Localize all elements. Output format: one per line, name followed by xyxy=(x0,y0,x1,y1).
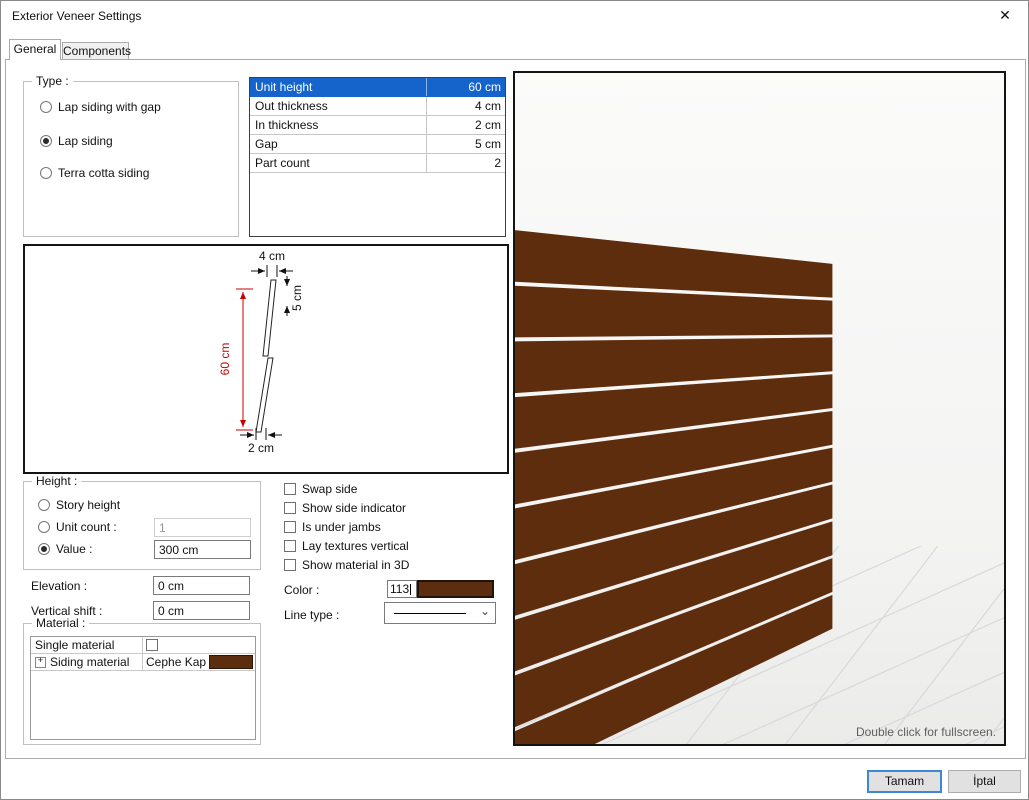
property-value: 5 cm xyxy=(426,135,505,153)
material-name: Single material xyxy=(31,637,143,653)
height-group: Height : Story height Unit count : Value… xyxy=(23,481,261,570)
close-icon[interactable]: ✕ xyxy=(994,7,1016,25)
checkbox-icon[interactable] xyxy=(146,639,158,651)
material-value: Cephe Kap xyxy=(146,655,206,669)
window-title: Exterior Veneer Settings xyxy=(12,9,141,23)
checkbox-icon xyxy=(284,483,296,495)
profile-board-top xyxy=(263,280,276,356)
profile-board-bottom xyxy=(256,358,273,432)
checkbox-show-material-in-3d[interactable]: Show material in 3D xyxy=(284,558,409,574)
line-type-label: Line type : xyxy=(284,608,339,622)
elevation-label: Elevation : xyxy=(31,579,87,593)
checkbox-label: Lay textures vertical xyxy=(302,539,409,553)
properties-table: Unit height 60 cm Out thickness 4 cm In … xyxy=(249,77,506,237)
property-name: Unit height xyxy=(250,80,426,94)
checkbox-show-side-indicator[interactable]: Show side indicator xyxy=(284,501,406,517)
material-row-siding[interactable]: + Siding material Cephe Kap xyxy=(31,654,255,671)
radio-icon xyxy=(40,101,52,113)
elevation-input[interactable] xyxy=(153,576,250,595)
radio-selected-icon xyxy=(40,135,52,147)
tab-general[interactable]: General xyxy=(9,39,61,60)
property-value: 60 cm xyxy=(426,78,505,96)
property-row-in-thickness[interactable]: In thickness 2 cm xyxy=(250,116,505,135)
checkbox-icon xyxy=(284,559,296,571)
checkbox-label: Swap side xyxy=(302,482,357,496)
radio-lap-siding-with-gap[interactable]: Lap siding with gap xyxy=(40,100,161,116)
property-name: Gap xyxy=(250,137,426,151)
ok-button[interactable]: Tamam xyxy=(867,770,942,793)
property-row-out-thickness[interactable]: Out thickness 4 cm xyxy=(250,97,505,116)
radio-unit-count[interactable]: Unit count : xyxy=(38,520,117,536)
radio-label: Story height xyxy=(56,498,120,512)
dim-bottom-label: 2 cm xyxy=(248,441,274,455)
line-sample xyxy=(394,613,466,614)
preview-3d[interactable]: Double click for fullscreen. xyxy=(513,71,1006,746)
checkbox-icon xyxy=(284,540,296,552)
vertical-shift-input[interactable] xyxy=(153,601,250,620)
property-row-part-count[interactable]: Part count 2 xyxy=(250,154,505,173)
property-name: In thickness xyxy=(250,118,426,132)
radio-label: Unit count : xyxy=(56,520,117,534)
text-caret xyxy=(410,584,411,595)
material-color-swatch[interactable] xyxy=(209,655,253,669)
line-type-select[interactable]: ⌄ xyxy=(384,602,496,624)
preview-canvas xyxy=(515,73,1004,744)
dialog-exterior-veneer-settings: Exterior Veneer Settings ✕ General Compo… xyxy=(0,0,1029,800)
radio-label: Terra cotta siding xyxy=(58,166,149,180)
radio-story-height[interactable]: Story height xyxy=(38,498,120,514)
checkbox-label: Show side indicator xyxy=(302,501,406,515)
radio-icon xyxy=(40,167,52,179)
checkbox-icon xyxy=(284,502,296,514)
material-group: Material : Single material +Siding mater… xyxy=(23,623,261,745)
checkbox-icon xyxy=(284,521,296,533)
chevron-down-icon: ⌄ xyxy=(480,604,490,618)
property-row-unit-height[interactable]: Unit height 60 cm xyxy=(250,78,505,97)
height-group-label: Height : xyxy=(32,474,81,488)
height-value-input[interactable] xyxy=(154,540,251,559)
radio-label: Lap siding with gap xyxy=(58,100,161,114)
checkbox-label: Show material in 3D xyxy=(302,558,409,572)
title-bar: Exterior Veneer Settings ✕ xyxy=(1,1,1028,31)
section-diagram-canvas: 4 cm 5 cm 60 cm 2 cm xyxy=(25,246,507,472)
section-diagram: 4 cm 5 cm 60 cm 2 cm xyxy=(23,244,509,474)
expand-icon[interactable]: + xyxy=(35,657,46,668)
radio-icon xyxy=(38,499,50,511)
property-name: Out thickness xyxy=(250,99,426,113)
dim-height-label: 60 cm xyxy=(218,343,232,376)
material-table: Single material + Siding material Cephe K… xyxy=(30,636,256,740)
type-group: Type : Lap siding with gap Lap siding Te… xyxy=(23,81,239,237)
radio-selected-icon xyxy=(38,543,50,555)
dim-top-label: 4 cm xyxy=(259,249,285,263)
dim-gap-label: 5 cm xyxy=(290,285,304,311)
tab-components[interactable]: Components xyxy=(62,42,129,60)
property-value: 4 cm xyxy=(426,97,505,115)
fullscreen-hint: Double click for fullscreen. xyxy=(856,725,996,739)
radio-value[interactable]: Value : xyxy=(38,542,92,558)
color-label: Color : xyxy=(284,583,319,597)
material-row-single[interactable]: Single material xyxy=(31,637,255,654)
type-group-label: Type : xyxy=(32,74,73,88)
property-name: Part count xyxy=(250,156,426,170)
color-swatch[interactable] xyxy=(417,580,494,598)
checkbox-lay-textures-vertical[interactable]: Lay textures vertical xyxy=(284,539,409,555)
unit-count-input[interactable] xyxy=(154,518,251,537)
radio-terra-cotta-siding[interactable]: Terra cotta siding xyxy=(40,166,149,182)
material-name: Siding material xyxy=(50,655,129,669)
property-value: 2 xyxy=(426,154,505,172)
property-value: 2 cm xyxy=(426,116,505,134)
property-row-gap[interactable]: Gap 5 cm xyxy=(250,135,505,154)
checkbox-is-under-jambs[interactable]: Is under jambs xyxy=(284,520,381,536)
color-value: 113 xyxy=(390,582,409,596)
color-value-input[interactable]: 113 xyxy=(387,580,417,598)
radio-icon xyxy=(38,521,50,533)
checkbox-label: Is under jambs xyxy=(302,520,381,534)
material-group-label: Material : xyxy=(32,616,89,630)
radio-label: Value : xyxy=(56,542,92,556)
cancel-button[interactable]: İptal xyxy=(948,770,1021,793)
checkbox-swap-side[interactable]: Swap side xyxy=(284,482,357,498)
radio-label: Lap siding xyxy=(58,134,113,148)
radio-lap-siding[interactable]: Lap siding xyxy=(40,134,113,150)
